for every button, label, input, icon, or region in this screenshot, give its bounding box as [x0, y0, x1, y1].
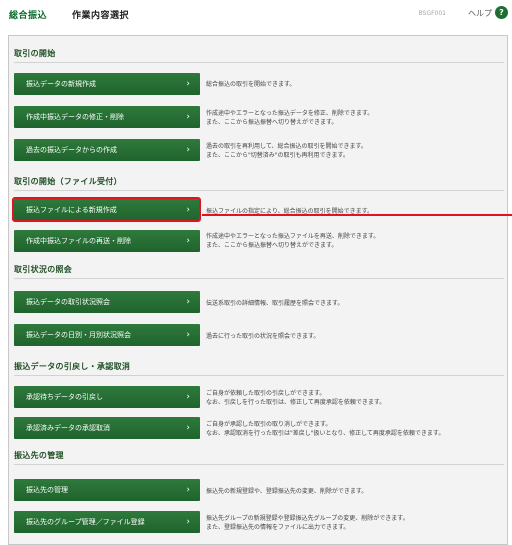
- button-label: 振込先の管理: [26, 486, 68, 494]
- section-title-status-inquiry: 取引状況の照会: [14, 265, 73, 274]
- button-label: 承認待ちデータの引戻し: [26, 393, 103, 401]
- button-label: 振込ファイルによる新規作成: [26, 206, 117, 214]
- section-title-payee-management: 振込先の管理: [14, 451, 64, 460]
- chevron-right-icon: ›: [186, 297, 190, 307]
- transaction-status-inquiry-button[interactable]: 振込データの取引状況照会 ›: [14, 291, 200, 313]
- highlight-callout-line: [202, 214, 512, 216]
- button-label: 過去の振込データからの作成: [26, 146, 117, 154]
- header: 総合振込 作業内容選択 BSGF001 ヘルプ ?: [0, 0, 512, 30]
- chevron-right-icon: ›: [186, 205, 190, 215]
- button-label: 振込先のグループ管理／ファイル登録: [26, 518, 145, 526]
- withdraw-pending-approval-button[interactable]: 承認待ちデータの引戻し ›: [14, 386, 200, 408]
- chevron-right-icon: ›: [186, 145, 190, 155]
- button-description: 過去の取引を再利用して、総合振込の取引を開始できます。 また、ここから"切替済み…: [206, 143, 367, 159]
- button-description: 作成途中やエラーとなった振込データを修正、削除できます。 また、ここから振込振替…: [206, 110, 374, 126]
- button-description: ご自身が承認した取引の取り消しができます。 なお、承認取消を行った取引は"差戻し…: [206, 421, 445, 437]
- resend-delete-draft-file-button[interactable]: 作成中振込ファイルの再送・削除 ›: [14, 230, 200, 252]
- screen-id: BSGF001: [418, 10, 446, 17]
- chevron-right-icon: ›: [186, 236, 190, 246]
- section-title-file-start: 取引の開始（ファイル受付）: [14, 177, 122, 186]
- button-description: ご自身が依頼した取引の引戻しができます。 なお、引戻しを行った取引は、修正して再…: [206, 390, 386, 406]
- section-title-start: 取引の開始: [14, 49, 56, 58]
- create-from-past-data-button[interactable]: 過去の振込データからの作成 ›: [14, 139, 200, 161]
- section-divider: [14, 62, 504, 63]
- button-label: 振込データの新規作成: [26, 80, 96, 88]
- new-from-transfer-file-button[interactable]: 振込ファイルによる新規作成 ›: [14, 199, 200, 221]
- chevron-right-icon: ›: [186, 112, 190, 122]
- section-title-withdraw-cancel: 振込データの引戻し・承認取消: [14, 362, 131, 371]
- payee-management-button[interactable]: 振込先の管理 ›: [14, 479, 200, 501]
- button-label: 振込データの取引状況照会: [26, 298, 110, 306]
- screen-title: 作業内容選択: [72, 11, 130, 21]
- button-label: 振込データの日別・月別状況照会: [26, 331, 131, 339]
- button-description: 伝送系取引の詳細情報、取引履歴を照会できます。: [206, 300, 344, 307]
- button-label: 承認済みデータの承認取消: [26, 424, 110, 432]
- help-link[interactable]: ヘルプ: [468, 8, 492, 19]
- section-divider: [14, 375, 504, 376]
- chevron-right-icon: ›: [186, 79, 190, 89]
- chevron-right-icon: ›: [186, 330, 190, 340]
- button-label: 作成中振込ファイルの再送・削除: [26, 237, 131, 245]
- button-label: 作成中振込データの修正・削除: [26, 113, 124, 121]
- payee-group-file-registration-button[interactable]: 振込先のグループ管理／ファイル登録 ›: [14, 511, 200, 533]
- chevron-right-icon: ›: [186, 517, 190, 527]
- chevron-right-icon: ›: [186, 392, 190, 402]
- app-title: 総合振込: [9, 11, 48, 21]
- edit-delete-draft-data-button[interactable]: 作成中振込データの修正・削除 ›: [14, 106, 200, 128]
- cancel-approved-data-button[interactable]: 承認済みデータの承認取消 ›: [14, 417, 200, 439]
- button-description: 過去に行った取引の状況を照会できます。: [206, 333, 320, 340]
- button-description: 振込先グループの新規登録や登録振込先グループの変更、削除ができます。 また、登録…: [206, 515, 409, 531]
- button-description: 総合振込の取引を開始できます。: [206, 81, 296, 88]
- section-divider: [14, 464, 504, 465]
- section-divider: [14, 190, 504, 191]
- daily-monthly-status-inquiry-button[interactable]: 振込データの日別・月別状況照会 ›: [14, 324, 200, 346]
- button-description: 振込先の新規登録や、登録振込先の変更、削除ができます。: [206, 488, 368, 495]
- section-divider: [14, 278, 504, 279]
- help-icon[interactable]: ?: [495, 6, 508, 19]
- chevron-right-icon: ›: [186, 423, 190, 433]
- new-transfer-data-button[interactable]: 振込データの新規作成 ›: [14, 73, 200, 95]
- chevron-right-icon: ›: [186, 485, 190, 495]
- button-description: 作成途中やエラーとなった振込ファイルを再送、削除できます。 また、ここから振込振…: [206, 233, 380, 249]
